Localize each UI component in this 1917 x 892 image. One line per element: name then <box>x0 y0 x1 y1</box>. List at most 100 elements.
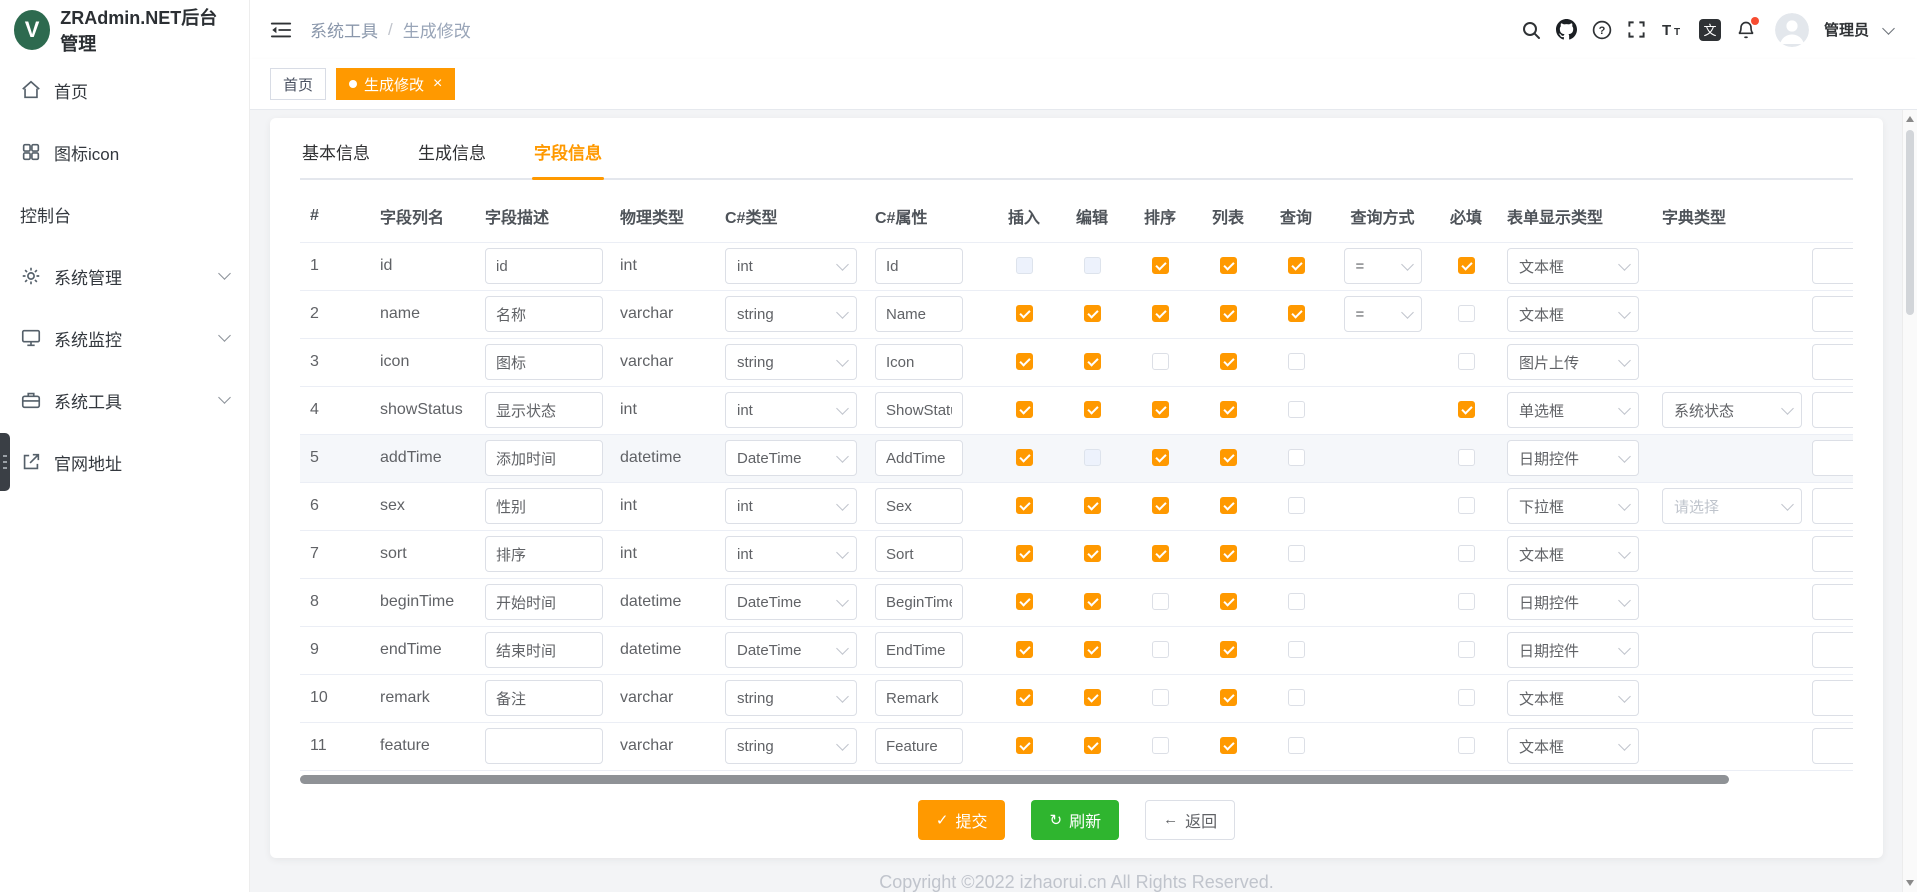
sidebar-item[interactable]: 系统管理 <box>0 245 249 307</box>
sidebar-item[interactable]: 官网地址 <box>0 431 249 493</box>
column-desc-input[interactable] <box>485 488 603 524</box>
required-checkbox[interactable] <box>1458 401 1475 418</box>
insert-checkbox[interactable] <box>1016 737 1033 754</box>
query-checkbox[interactable] <box>1288 401 1305 418</box>
sort-checkbox[interactable] <box>1152 401 1169 418</box>
refresh-button[interactable]: ↻ 刷新 <box>1031 800 1119 840</box>
display-type-select[interactable]: 单选框 <box>1507 392 1639 428</box>
avatar[interactable] <box>1775 13 1809 47</box>
csharp-prop-input[interactable] <box>875 728 963 764</box>
scroll-down-arrow[interactable] <box>1903 876 1917 890</box>
sort-checkbox[interactable] <box>1152 353 1169 370</box>
sidebar-item[interactable]: 首页 <box>0 59 249 121</box>
user-name[interactable]: 管理员 <box>1824 19 1869 40</box>
extra-input[interactable] <box>1812 344 1853 380</box>
query-checkbox[interactable] <box>1288 257 1305 274</box>
display-type-select[interactable]: 日期控件 <box>1507 584 1639 620</box>
insert-checkbox[interactable] <box>1016 449 1033 466</box>
insert-checkbox[interactable] <box>1016 593 1033 610</box>
required-checkbox[interactable] <box>1458 497 1475 514</box>
horizontal-scrollbar-thumb[interactable] <box>300 775 1729 784</box>
breadcrumb-system-tools[interactable]: 系统工具 <box>310 17 378 42</box>
column-desc-input[interactable] <box>485 392 603 428</box>
required-checkbox[interactable] <box>1458 641 1475 658</box>
github-icon[interactable] <box>1556 19 1577 40</box>
column-desc-input[interactable] <box>485 440 603 476</box>
csharp-type-select[interactable]: string <box>725 296 857 332</box>
edit-checkbox[interactable] <box>1084 353 1101 370</box>
submit-button[interactable]: ✓ 提交 <box>918 800 1006 840</box>
tag-home[interactable]: 首页 <box>270 68 326 100</box>
sort-checkbox[interactable] <box>1152 689 1169 706</box>
list-checkbox[interactable] <box>1220 449 1237 466</box>
display-type-select[interactable]: 日期控件 <box>1507 632 1639 668</box>
query-checkbox[interactable] <box>1288 497 1305 514</box>
csharp-prop-input[interactable] <box>875 680 963 716</box>
query-mode-select[interactable]: = <box>1344 296 1422 332</box>
required-checkbox[interactable] <box>1458 593 1475 610</box>
edit-checkbox[interactable] <box>1084 305 1101 322</box>
close-icon[interactable]: × <box>433 76 442 92</box>
csharp-prop-input[interactable] <box>875 440 963 476</box>
sort-checkbox[interactable] <box>1152 641 1169 658</box>
csharp-type-select[interactable]: string <box>725 344 857 380</box>
query-checkbox[interactable] <box>1288 641 1305 658</box>
extra-input[interactable] <box>1812 584 1853 620</box>
insert-checkbox[interactable] <box>1016 353 1033 370</box>
scroll-up-arrow[interactable] <box>1903 112 1917 126</box>
insert-checkbox[interactable] <box>1016 257 1033 274</box>
bell-icon[interactable] <box>1736 20 1756 40</box>
required-checkbox[interactable] <box>1458 449 1475 466</box>
display-type-select[interactable]: 文本框 <box>1507 248 1639 284</box>
sort-checkbox[interactable] <box>1152 545 1169 562</box>
list-checkbox[interactable] <box>1220 593 1237 610</box>
sidebar-item[interactable]: 系统监控 <box>0 307 249 369</box>
csharp-type-select[interactable]: int <box>725 536 857 572</box>
insert-checkbox[interactable] <box>1016 641 1033 658</box>
fullscreen-icon[interactable] <box>1627 20 1646 39</box>
query-checkbox[interactable] <box>1288 737 1305 754</box>
drawer-handle[interactable] <box>0 433 10 491</box>
query-mode-select[interactable]: = <box>1344 248 1422 284</box>
edit-checkbox[interactable] <box>1084 737 1101 754</box>
query-checkbox[interactable] <box>1288 689 1305 706</box>
insert-checkbox[interactable] <box>1016 401 1033 418</box>
edit-checkbox[interactable] <box>1084 449 1101 466</box>
app-logo[interactable]: V ZRAdmin.NET后台管理 <box>0 0 249 59</box>
sidebar-collapse-icon[interactable] <box>270 20 292 40</box>
list-checkbox[interactable] <box>1220 401 1237 418</box>
csharp-type-select[interactable]: int <box>725 488 857 524</box>
sort-checkbox[interactable] <box>1152 257 1169 274</box>
csharp-type-select[interactable]: int <box>725 392 857 428</box>
insert-checkbox[interactable] <box>1016 689 1033 706</box>
column-desc-input[interactable] <box>485 344 603 380</box>
query-checkbox[interactable] <box>1288 593 1305 610</box>
edit-checkbox[interactable] <box>1084 257 1101 274</box>
column-desc-input[interactable] <box>485 584 603 620</box>
extra-input[interactable] <box>1812 728 1853 764</box>
tab-basic-info[interactable]: 基本信息 <box>300 139 372 178</box>
list-checkbox[interactable] <box>1220 737 1237 754</box>
display-type-select[interactable]: 下拉框 <box>1507 488 1639 524</box>
back-button[interactable]: ← 返回 <box>1145 800 1235 840</box>
display-type-select[interactable]: 日期控件 <box>1507 440 1639 476</box>
csharp-type-select[interactable]: string <box>725 728 857 764</box>
extra-input[interactable] <box>1812 296 1853 332</box>
list-checkbox[interactable] <box>1220 497 1237 514</box>
sidebar-item[interactable]: 控制台 <box>0 183 249 245</box>
csharp-prop-input[interactable] <box>875 392 963 428</box>
sort-checkbox[interactable] <box>1152 593 1169 610</box>
required-checkbox[interactable] <box>1458 545 1475 562</box>
query-checkbox[interactable] <box>1288 545 1305 562</box>
sort-checkbox[interactable] <box>1152 449 1169 466</box>
csharp-type-select[interactable]: DateTime <box>725 440 857 476</box>
dict-type-select[interactable]: 请选择 <box>1662 488 1802 524</box>
csharp-prop-input[interactable] <box>875 584 963 620</box>
extra-input[interactable] <box>1812 680 1853 716</box>
csharp-type-select[interactable]: DateTime <box>725 632 857 668</box>
required-checkbox[interactable] <box>1458 737 1475 754</box>
font-size-icon[interactable]: TT <box>1661 20 1684 40</box>
horizontal-scrollbar[interactable] <box>300 775 1853 784</box>
language-icon[interactable]: 文 <box>1699 19 1721 41</box>
list-checkbox[interactable] <box>1220 641 1237 658</box>
